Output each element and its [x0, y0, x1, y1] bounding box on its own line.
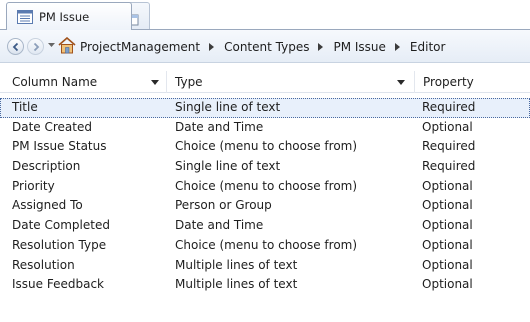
row-property: Required — [422, 139, 476, 154]
history-dropdown-icon[interactable] — [48, 43, 55, 48]
row-type: Choice (menu to choose from) — [175, 139, 358, 154]
back-button[interactable] — [7, 38, 24, 55]
row-property: Required — [422, 159, 476, 174]
row-property: Optional — [422, 218, 473, 233]
table-row[interactable]: Assigned To Person or Group Optional — [0, 196, 530, 216]
column-header-row: Column Name Type Property — [0, 71, 530, 93]
row-column-name: Title — [12, 100, 38, 114]
column-header-property[interactable]: Property — [414, 71, 530, 93]
table-row[interactable]: Resolution Type Choice (menu to choose f… — [0, 236, 530, 256]
row-column-name: Priority — [12, 178, 55, 193]
table-row[interactable]: PM Issue Status Choice (menu to choose f… — [0, 137, 530, 157]
row-column-name: Date Created — [12, 119, 92, 134]
column-header-property-label: Property — [423, 75, 474, 89]
table-row[interactable]: Date Created Date and Time Optional — [0, 118, 530, 138]
tab-strip: PM Issue — [0, 0, 530, 30]
row-property: Required — [422, 100, 476, 114]
home-icon[interactable] — [58, 37, 76, 54]
forward-button[interactable] — [27, 38, 44, 55]
table-row[interactable]: Description Single line of text Required — [0, 157, 530, 177]
table-row[interactable]: Priority Choice (menu to choose from) Op… — [0, 177, 530, 197]
breadcrumb-item-editor[interactable]: Editor — [408, 40, 448, 54]
filter-dropdown-icon[interactable] — [397, 80, 405, 85]
row-type: Choice (menu to choose from) — [175, 237, 358, 252]
table-row[interactable]: Date Completed Date and Time Optional — [0, 216, 530, 236]
row-type: Choice (menu to choose from) — [175, 178, 358, 193]
table-row[interactable]: Title Single line of text Required — [0, 98, 530, 118]
row-type: Date and Time — [175, 218, 264, 233]
row-property: Optional — [422, 237, 473, 252]
breadcrumb-bar: ProjectManagement Content Types PM Issue… — [0, 30, 530, 63]
breadcrumb-separator-icon[interactable] — [394, 43, 400, 51]
table-row[interactable]: Resolution Multiple lines of text Option… — [0, 256, 530, 276]
row-type: Person or Group — [175, 198, 272, 213]
row-column-name: Resolution Type — [12, 237, 107, 252]
column-header-name[interactable]: Column Name — [4, 71, 164, 93]
row-column-name: Issue Feedback — [12, 277, 104, 292]
tab-label: PM Issue — [39, 10, 90, 24]
row-property: Optional — [422, 198, 473, 213]
row-type: Single line of text — [175, 159, 281, 174]
row-property: Optional — [422, 119, 473, 134]
row-property: Optional — [422, 277, 473, 292]
breadcrumb-item-pm-issue[interactable]: PM Issue — [331, 40, 387, 54]
row-type: Multiple lines of text — [175, 257, 298, 272]
row-column-name: Resolution — [12, 257, 75, 272]
list-icon — [17, 10, 33, 24]
columns-list: Title Single line of text Required Date … — [0, 98, 530, 295]
breadcrumb-separator-icon[interactable] — [318, 43, 324, 51]
breadcrumb-item-content-types[interactable]: Content Types — [222, 40, 311, 54]
breadcrumb: ProjectManagement Content Types PM Issue… — [78, 39, 447, 55]
column-header-type[interactable]: Type — [166, 71, 414, 93]
breadcrumb-item-projectmanagement[interactable]: ProjectManagement — [78, 40, 202, 54]
row-type: Single line of text — [175, 100, 281, 114]
forward-arrow-icon — [33, 42, 40, 52]
back-arrow-icon — [12, 42, 19, 52]
row-type: Date and Time — [175, 119, 264, 134]
tab-pm-issue[interactable]: PM Issue — [6, 2, 132, 30]
row-type: Multiple lines of text — [175, 277, 298, 292]
row-property: Optional — [422, 178, 473, 193]
column-header-type-label: Type — [175, 75, 203, 89]
row-column-name: Description — [12, 159, 81, 174]
row-column-name: Assigned To — [12, 198, 83, 213]
row-column-name: PM Issue Status — [12, 139, 107, 154]
table-row[interactable]: Issue Feedback Multiple lines of text Op… — [0, 275, 530, 295]
breadcrumb-separator-icon[interactable] — [209, 43, 215, 51]
row-column-name: Date Completed — [12, 218, 110, 233]
filter-dropdown-icon[interactable] — [151, 80, 159, 85]
column-header-name-label: Column Name — [12, 75, 98, 89]
row-property: Optional — [422, 257, 473, 272]
